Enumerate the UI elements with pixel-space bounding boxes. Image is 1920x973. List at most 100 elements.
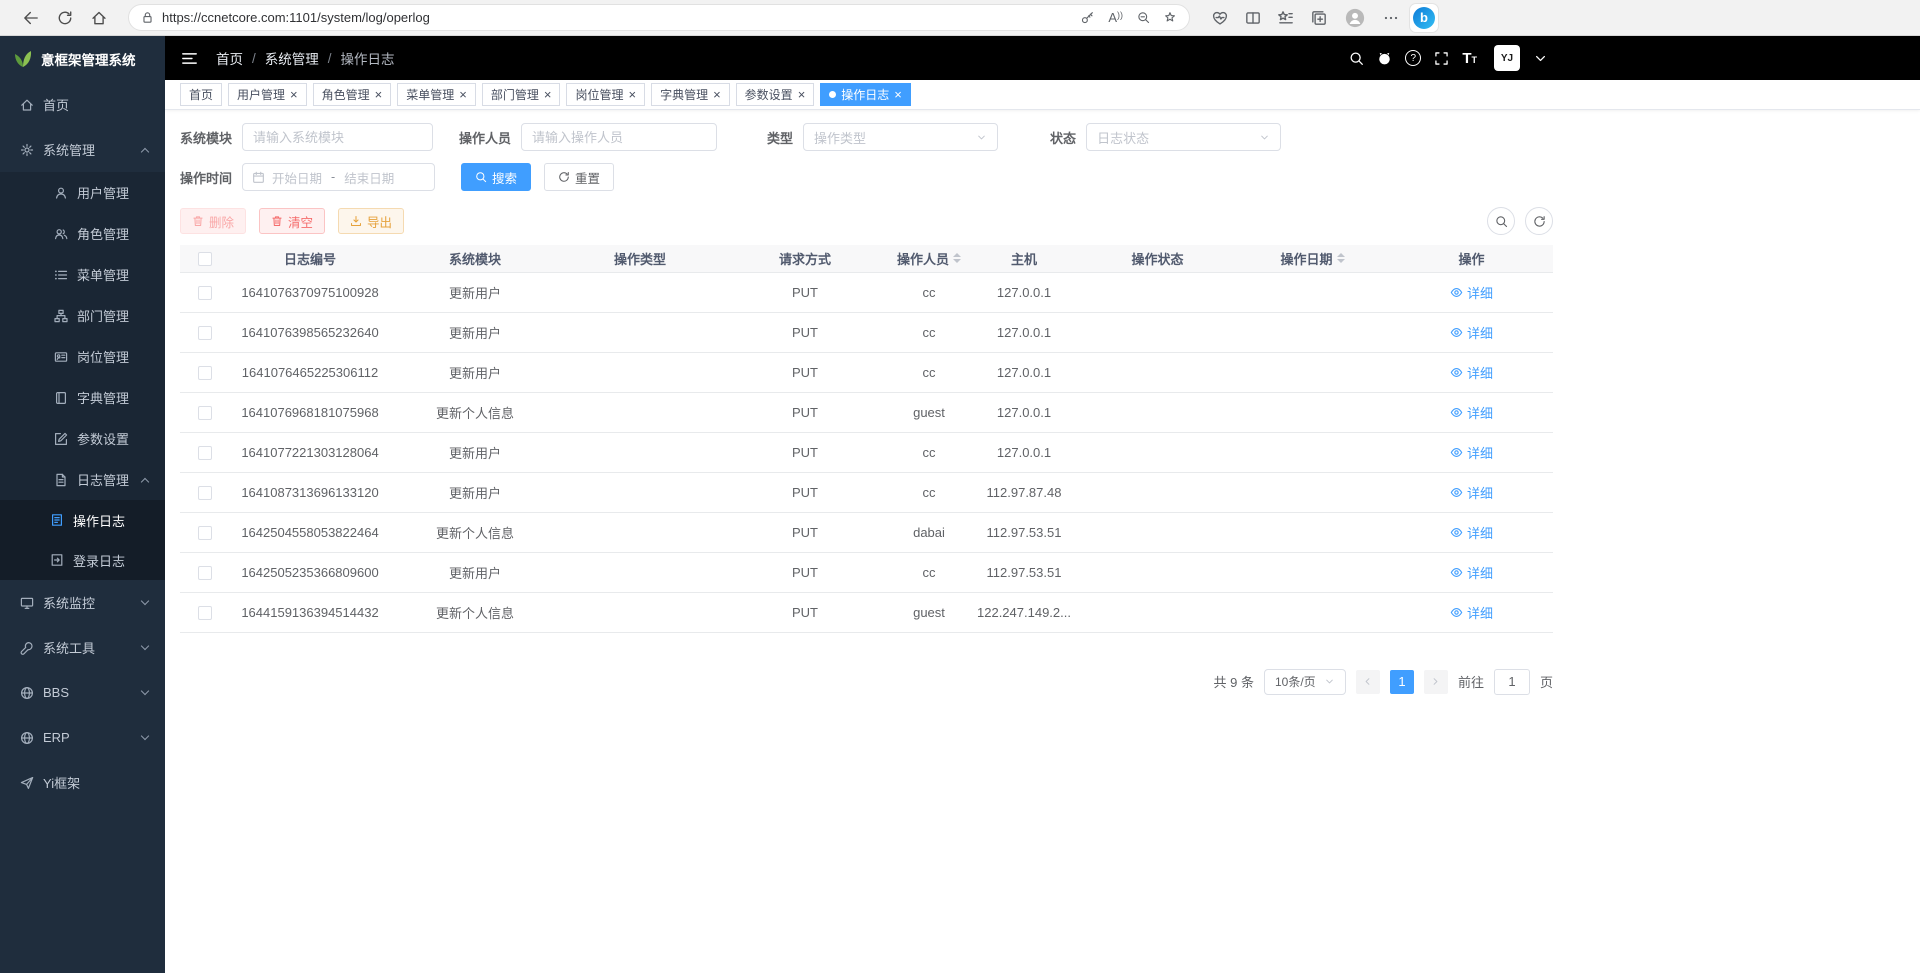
row-checkbox[interactable]	[198, 566, 212, 580]
row-checkbox[interactable]	[198, 526, 212, 540]
close-tab-icon[interactable]: ×	[798, 88, 806, 101]
profile-avatar-icon[interactable]	[1344, 7, 1366, 29]
operator-input[interactable]	[521, 123, 717, 151]
sidebar-item-label: 日志管理	[77, 470, 129, 489]
collections-icon[interactable]	[1311, 10, 1327, 26]
close-tab-icon[interactable]: ×	[375, 88, 383, 101]
help-icon[interactable]: ?	[1405, 50, 1421, 66]
sidebar-item-home[interactable]: 首页	[0, 82, 165, 127]
browser-essentials-icon[interactable]	[1212, 10, 1228, 26]
page-number-button[interactable]: 1	[1390, 670, 1414, 694]
add-favorite-icon[interactable]	[1164, 11, 1177, 24]
goto-page-input[interactable]	[1494, 669, 1530, 695]
type-select[interactable]: 操作类型	[803, 123, 998, 151]
read-aloud-icon[interactable]: A))	[1108, 10, 1123, 25]
sidebar-item-yi-framework[interactable]: Yi框架	[0, 760, 165, 805]
module-input[interactable]	[242, 123, 433, 151]
detail-link[interactable]: 详细	[1450, 563, 1493, 582]
tab-menu-mgmt[interactable]: 菜单管理×	[397, 83, 476, 106]
sidebar-item-system-tools[interactable]: 系统工具	[0, 625, 165, 670]
select-all-checkbox[interactable]	[198, 252, 212, 266]
sidebar-item-menu-mgmt[interactable]: 菜单管理	[0, 254, 165, 295]
font-size-icon[interactable]: TT	[1462, 50, 1477, 67]
address-bar[interactable]: https://ccnetcore.com:1101/system/log/op…	[128, 4, 1190, 31]
url-text[interactable]: https://ccnetcore.com:1101/system/log/op…	[162, 10, 1073, 25]
row-checkbox[interactable]	[198, 446, 212, 460]
split-screen-icon[interactable]	[1245, 10, 1261, 26]
next-page-button[interactable]	[1424, 670, 1448, 694]
detail-link[interactable]: 详细	[1450, 403, 1493, 422]
favorites-icon[interactable]	[1278, 10, 1294, 26]
tab-role-mgmt[interactable]: 角色管理×	[313, 83, 392, 106]
reset-button[interactable]: 重置	[544, 163, 614, 191]
row-checkbox[interactable]	[198, 406, 212, 420]
sidebar-item-param-settings[interactable]: 参数设置	[0, 418, 165, 459]
date-range-input[interactable]: 开始日期 - 结束日期	[242, 163, 435, 191]
row-checkbox[interactable]	[198, 486, 212, 500]
zoom-icon[interactable]	[1137, 11, 1150, 24]
sidebar-item-bbs[interactable]: BBS	[0, 670, 165, 715]
detail-link[interactable]: 详细	[1450, 603, 1493, 622]
user-avatar[interactable]: YJ	[1494, 45, 1520, 71]
sidebar-item-dict-mgmt[interactable]: 字典管理	[0, 377, 165, 418]
bing-discover-button[interactable]: b	[1409, 3, 1439, 33]
browser-refresh-button[interactable]	[48, 4, 82, 32]
sidebar-item-erp[interactable]: ERP	[0, 715, 165, 760]
refresh-table-button[interactable]	[1525, 207, 1553, 235]
export-button[interactable]: 导出	[338, 208, 404, 234]
sidebar-toggle-button[interactable]	[181, 50, 198, 67]
sort-carets[interactable]	[1337, 253, 1345, 263]
toggle-search-button[interactable]	[1487, 207, 1515, 235]
detail-link[interactable]: 详细	[1450, 483, 1493, 502]
search-button[interactable]: 搜索	[461, 163, 531, 191]
row-checkbox[interactable]	[198, 326, 212, 340]
sidebar-item-system-mgmt[interactable]: 系统管理	[0, 127, 165, 172]
status-select[interactable]: 日志状态	[1086, 123, 1281, 151]
sidebar-item-login-log[interactable]: 登录日志	[0, 540, 165, 580]
tab-operation-log[interactable]: 操作日志×	[820, 83, 911, 106]
breadcrumb-item[interactable]: 首页	[216, 48, 243, 68]
page-size-select[interactable]: 10条/页	[1264, 669, 1346, 695]
row-checkbox[interactable]	[198, 286, 212, 300]
tab-user-mgmt[interactable]: 用户管理×	[228, 83, 307, 106]
sort-carets[interactable]	[953, 253, 961, 263]
browser-menu-icon[interactable]	[1383, 10, 1399, 26]
clear-button[interactable]: 清空	[259, 208, 325, 234]
sidebar-item-role-mgmt[interactable]: 角色管理	[0, 213, 165, 254]
close-tab-icon[interactable]: ×	[713, 88, 721, 101]
sidebar-item-log-mgmt[interactable]: 日志管理	[0, 459, 165, 500]
detail-link[interactable]: 详细	[1450, 523, 1493, 542]
sidebar-item-system-monitor[interactable]: 系统监控	[0, 580, 165, 625]
detail-link[interactable]: 详细	[1450, 283, 1493, 302]
sidebar-item-post-mgmt[interactable]: 岗位管理	[0, 336, 165, 377]
header-search-icon[interactable]	[1349, 51, 1364, 66]
browser-back-button[interactable]	[14, 4, 48, 32]
avatar-caret-icon[interactable]	[1533, 51, 1548, 66]
detail-link[interactable]: 详细	[1450, 363, 1493, 382]
tab-label: 部门管理	[491, 86, 539, 103]
tab-home[interactable]: 首页	[180, 83, 222, 106]
close-tab-icon[interactable]: ×	[290, 88, 298, 101]
detail-link[interactable]: 详细	[1450, 443, 1493, 462]
detail-link[interactable]: 详细	[1450, 323, 1493, 342]
row-checkbox[interactable]	[198, 606, 212, 620]
fullscreen-icon[interactable]	[1434, 51, 1449, 66]
close-tab-icon[interactable]: ×	[459, 88, 467, 101]
close-tab-icon[interactable]: ×	[628, 88, 636, 101]
breadcrumb-item[interactable]: 系统管理	[265, 48, 319, 68]
browser-home-button[interactable]	[82, 4, 116, 32]
sidebar-item-dept-mgmt[interactable]: 部门管理	[0, 295, 165, 336]
sidebar-item-operation-log[interactable]: 操作日志	[0, 500, 165, 540]
prev-page-button[interactable]	[1356, 670, 1380, 694]
tab-post-mgmt[interactable]: 岗位管理×	[566, 83, 645, 106]
sidebar-item-user-mgmt[interactable]: 用户管理	[0, 172, 165, 213]
close-tab-icon[interactable]: ×	[894, 88, 902, 101]
row-checkbox[interactable]	[198, 366, 212, 380]
tab-dict-mgmt[interactable]: 字典管理×	[651, 83, 730, 106]
delete-button[interactable]: 删除	[180, 208, 246, 234]
password-key-icon[interactable]	[1081, 11, 1094, 24]
tab-param-settings[interactable]: 参数设置×	[736, 83, 815, 106]
close-tab-icon[interactable]: ×	[544, 88, 552, 101]
tab-dept-mgmt[interactable]: 部门管理 ×	[482, 83, 561, 106]
github-icon[interactable]	[1377, 51, 1392, 66]
